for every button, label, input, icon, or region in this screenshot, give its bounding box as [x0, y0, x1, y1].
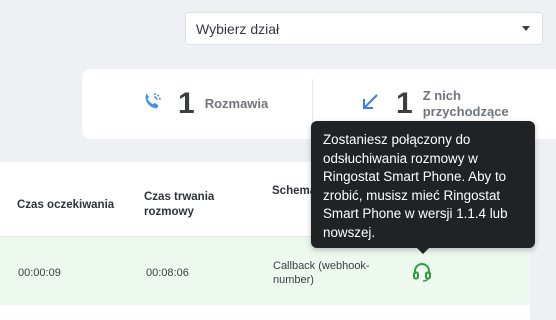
incoming-label: Z nich przychodzące: [422, 88, 509, 119]
phone-ringing-icon: [140, 90, 164, 119]
header-call-duration[interactable]: Czas trwania rozmowy: [144, 190, 234, 220]
talking-label: Rozmawia: [204, 96, 269, 111]
cell-wait-time: 00:00:09: [18, 267, 61, 279]
stat-talking: 1 Rozmawia: [140, 69, 268, 139]
talking-count: 1: [178, 87, 195, 120]
listen-tooltip: Zostaniesz połączony do odsłuchiwania ro…: [311, 121, 535, 248]
header-wait-time[interactable]: Czas oczekiwania: [17, 198, 114, 213]
department-select-label: Wybierz dział: [196, 20, 280, 37]
incoming-arrow-icon: [358, 90, 382, 119]
department-select[interactable]: Wybierz dział: [185, 12, 543, 45]
tooltip-arrow: [416, 247, 430, 254]
headset-icon[interactable]: [411, 261, 433, 283]
incoming-count: 1: [396, 87, 413, 120]
chevron-down-icon: [522, 26, 530, 31]
cell-scheme: Callback (webhook-number): [273, 260, 370, 286]
cell-call-duration: 00:08:06: [146, 267, 189, 279]
